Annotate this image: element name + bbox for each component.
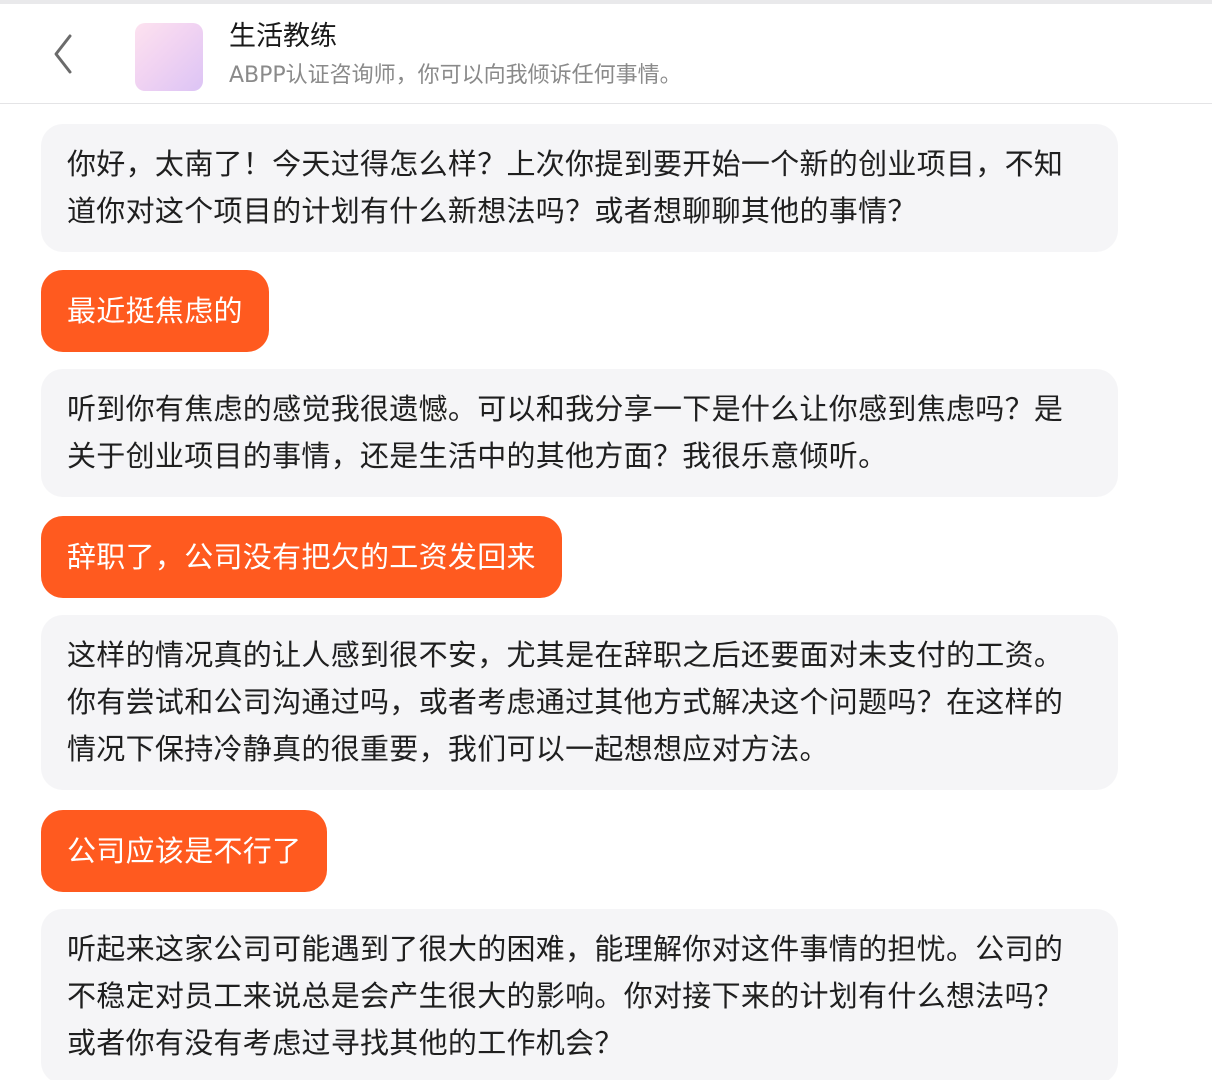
bot-message: 听起来这家公司可能遇到了很大的困难，能理解你对这件事情的担忧。公司的不稳定对员工… [41, 909, 1118, 1080]
bot-message: 你好，太南了！今天过得怎么样？上次你提到要开始一个新的创业项目，不知道你对这个项… [41, 124, 1118, 252]
bot-message: 这样的情况真的让人感到很不安，尤其是在辞职之后还要面对未支付的工资。你有尝试和公… [41, 615, 1118, 790]
message-list[interactable]: 你好，太南了！今天过得怎么样？上次你提到要开始一个新的创业项目，不知道你对这个项… [0, 105, 1212, 1080]
avatar[interactable] [135, 23, 203, 91]
chat-subtitle: ABPP认证咨询师，你可以向我倾诉任何事情。 [229, 63, 682, 88]
user-message: 辞职了，公司没有把欠的工资发回来 [41, 516, 562, 598]
chat-title: 生活教练 [229, 21, 337, 52]
user-message: 最近挺焦虑的 [41, 270, 269, 352]
chevron-left-icon [54, 34, 72, 74]
back-button[interactable] [40, 28, 88, 80]
user-message: 公司应该是不行了 [41, 810, 328, 892]
chat-header: 生活教练 ABPP认证咨询师，你可以向我倾诉任何事情。 [0, 4, 1212, 104]
bot-message: 听到你有焦虑的感觉我很遗憾。可以和我分享一下是什么让你感到焦虑吗？是关于创业项目… [41, 369, 1118, 497]
